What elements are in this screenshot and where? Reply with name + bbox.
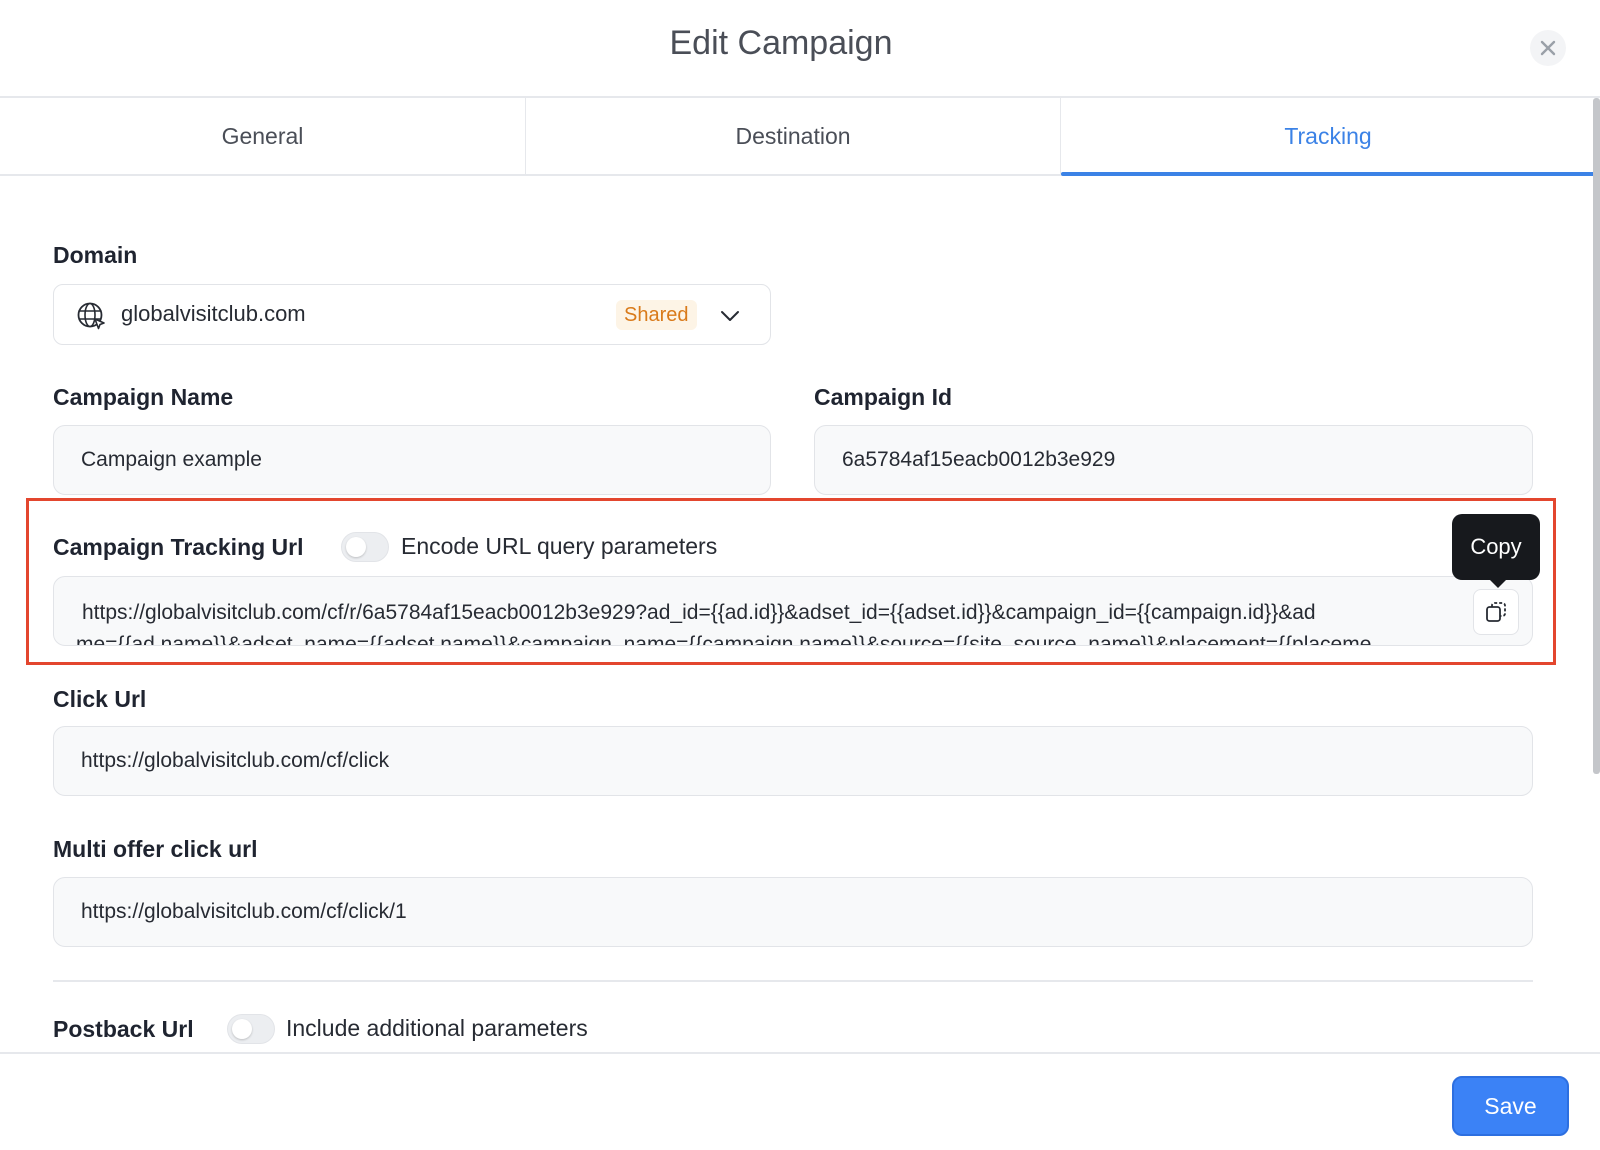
chevron-down-icon[interactable]: [719, 305, 741, 327]
tracking-url-field[interactable]: https://globalvisitclub.com/cf/r/6a5784a…: [53, 576, 1533, 646]
dialog-footer: Save: [0, 1052, 1600, 1150]
globe-icon: [77, 302, 105, 330]
additional-params-label: Include additional parameters: [286, 1015, 588, 1041]
encode-url-toggle[interactable]: [341, 532, 389, 562]
tracking-url-line: me={{ad.name}}&adset_name={{adset.name}}…: [76, 633, 1372, 646]
campaign-id-label: Campaign Id: [814, 384, 953, 410]
close-button[interactable]: [1530, 30, 1566, 66]
tab-bar: General Destination Tracking: [0, 98, 1595, 176]
tab-destination[interactable]: Destination: [526, 98, 1061, 174]
copy-icon: [1486, 602, 1506, 622]
additional-params-toggle[interactable]: [227, 1014, 275, 1044]
shared-badge: Shared: [616, 300, 697, 330]
campaign-id-input[interactable]: 6a5784af15eacb0012b3e929: [814, 425, 1533, 495]
click-url-label: Click Url: [53, 686, 147, 712]
postback-url-label: Postback Url: [53, 1016, 194, 1042]
tab-general[interactable]: General: [0, 98, 526, 174]
multi-offer-url-label: Multi offer click url: [53, 836, 258, 862]
save-button[interactable]: Save: [1452, 1076, 1569, 1136]
multi-offer-url-input[interactable]: https://globalvisitclub.com/cf/click/1: [53, 877, 1533, 947]
copy-tooltip: Copy: [1452, 514, 1540, 588]
toggle-knob: [232, 1019, 252, 1039]
campaign-name-input[interactable]: Campaign example: [53, 425, 771, 495]
section-divider: [53, 980, 1533, 982]
scrollbar[interactable]: [1593, 98, 1600, 774]
tab-tracking[interactable]: Tracking: [1061, 98, 1595, 176]
click-url-input[interactable]: https://globalvisitclub.com/cf/click: [53, 726, 1533, 796]
tracking-url-line: https://globalvisitclub.com/cf/r/6a5784a…: [82, 601, 1316, 624]
campaign-name-label: Campaign Name: [53, 384, 234, 410]
dialog-header: Edit Campaign: [0, 0, 1600, 98]
domain-select[interactable]: globalvisitclub.com Shared: [53, 284, 771, 345]
close-icon: [1540, 40, 1556, 56]
tracking-url-label: Campaign Tracking Url: [53, 534, 304, 560]
copy-button[interactable]: [1473, 589, 1519, 635]
encode-url-label: Encode URL query parameters: [401, 533, 718, 559]
dialog-title: Edit Campaign: [669, 24, 893, 62]
domain-value: globalvisitclub.com: [121, 301, 306, 326]
domain-label: Domain: [53, 242, 138, 268]
toggle-knob: [346, 537, 366, 557]
